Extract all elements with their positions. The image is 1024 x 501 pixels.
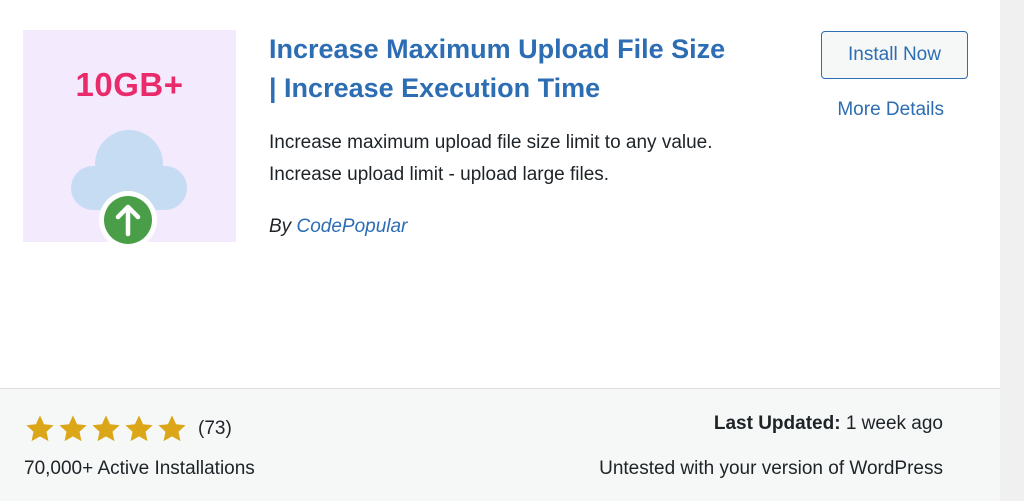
star-rating: (73): [24, 411, 232, 447]
last-updated-value: 1 week ago: [845, 413, 943, 434]
star-icon: [158, 415, 186, 442]
last-updated-label: Last Updated:: [713, 413, 841, 434]
compatibility-status: Untested with your version of WordPress: [599, 458, 943, 479]
install-now-button[interactable]: Install Now: [821, 31, 968, 79]
cloud-upload-icon: [71, 130, 187, 249]
star-icon: [125, 415, 153, 442]
rating-count: (73): [198, 418, 232, 439]
star-icon: [92, 415, 120, 442]
plugin-icon[interactable]: 10GB+: [23, 30, 236, 249]
plugin-card-top: 10GB+ Increase Maximum Upload File Size …: [0, 0, 1000, 388]
active-installs: 70,000+ Active Installations: [24, 458, 255, 479]
author-prefix: By: [269, 216, 292, 237]
star-icon: [59, 415, 87, 442]
more-details-link[interactable]: More Details: [837, 99, 944, 121]
plugin-description: Increase maximum upload file size limit …: [269, 132, 713, 185]
plugin-title-link[interactable]: Increase Maximum Upload File Size | Incr…: [269, 30, 739, 108]
author-link[interactable]: CodePopular: [296, 216, 407, 237]
star-icon: [26, 415, 54, 442]
plugin-author: By CodePopular: [269, 216, 407, 238]
plugin-icon-text: 10GB+: [75, 66, 184, 103]
plugin-card: 10GB+ Increase Maximum Upload File Size …: [0, 0, 1000, 501]
last-updated: Last Updated: 1 week ago: [714, 413, 943, 435]
